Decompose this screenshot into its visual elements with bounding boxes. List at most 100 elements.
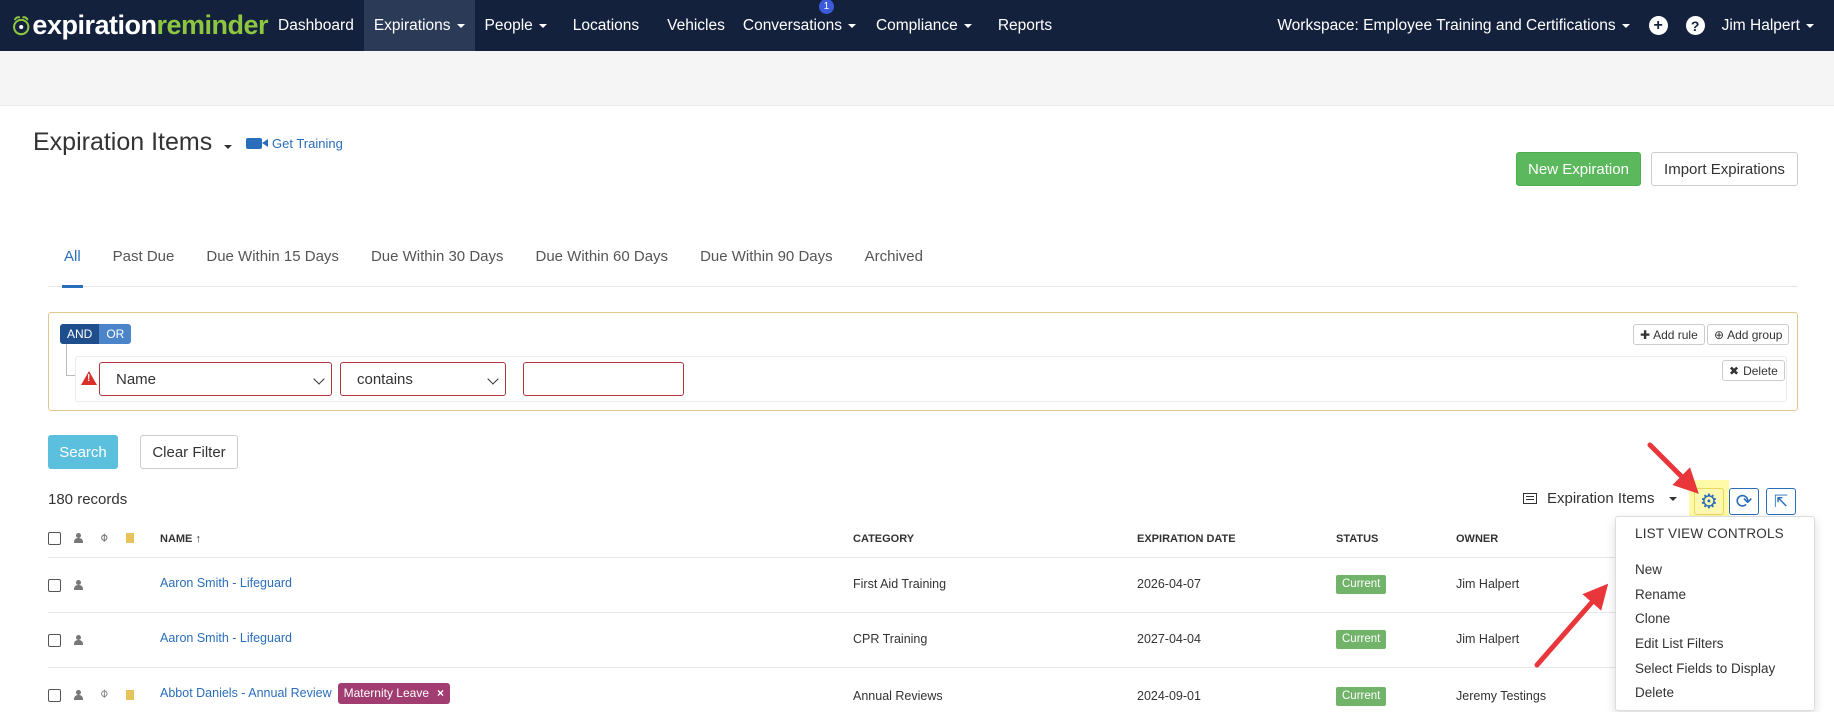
plus-icon[interactable]: + — [1648, 16, 1668, 35]
export-button[interactable]: ⇱ — [1766, 488, 1796, 515]
workspace-label: Workspace: Employee Training and Certifi… — [1277, 16, 1616, 34]
caret-down-icon — [847, 23, 856, 28]
close-icon: ✖ — [1729, 363, 1740, 378]
nav-people[interactable]: People — [475, 0, 557, 51]
brand-name: expirationreminder — [32, 12, 268, 39]
remove-tag-icon[interactable]: × — [437, 686, 444, 700]
row-date: 2026-04-07 — [1137, 577, 1201, 591]
plus-icon: ✚ — [1640, 327, 1651, 342]
tab-archived[interactable]: Archived — [849, 238, 939, 287]
rule-field-select[interactable]: Name — [99, 362, 332, 396]
top-navbar: expirationreminder Dashboard Expirations… — [0, 0, 1834, 51]
delete-rule-button[interactable]: ✖ Delete — [1722, 360, 1785, 381]
warning-icon — [81, 371, 97, 385]
page-title[interactable]: Expiration Items — [33, 128, 233, 157]
col-date-header[interactable]: EXPIRATION DATE — [1137, 533, 1236, 545]
user-name: Jim Halpert — [1721, 16, 1800, 34]
person-icon — [74, 690, 83, 700]
rule-value-input[interactable] — [523, 362, 684, 396]
chevron-down-icon — [487, 373, 499, 385]
nav-vehicles[interactable]: Vehicles — [655, 0, 733, 51]
import-expirations-button[interactable]: Import Expirations — [1651, 152, 1798, 186]
brand-logo[interactable]: expirationreminder — [0, 0, 268, 51]
row-owner: Jim Halpert — [1456, 577, 1520, 591]
list-view-settings-button[interactable]: ⚙ — [1694, 488, 1724, 515]
nav-expirations[interactable]: Expirations — [363, 0, 475, 51]
share-export-icon: ⇱ — [1773, 492, 1789, 511]
tab-due-60[interactable]: Due Within 60 Days — [520, 238, 685, 287]
list-view-selector[interactable]: Expiration Items — [1523, 490, 1677, 507]
and-button[interactable]: AND — [60, 324, 100, 344]
menu-item-edit-filters[interactable]: Edit List Filters — [1635, 636, 1724, 651]
chevron-down-icon — [313, 373, 325, 385]
paperclip-icon: ⌀ — [96, 685, 112, 701]
plus-circle-icon: ⊕ — [1714, 327, 1725, 342]
menu-item-clone[interactable]: Clone — [1635, 611, 1670, 626]
caret-down-icon — [224, 144, 233, 149]
row-category: CPR Training — [853, 632, 928, 646]
col-owner-header[interactable]: OWNER — [1456, 533, 1498, 545]
rule-operator-select[interactable]: contains — [340, 362, 506, 396]
brand-name-part2: reminder — [156, 10, 268, 40]
menu-item-new[interactable]: New — [1635, 562, 1662, 577]
user-menu[interactable]: Jim Halpert — [1714, 0, 1834, 51]
get-training-link[interactable]: Get Training — [246, 136, 343, 151]
nav-conversations[interactable]: Conversations 1 — [733, 0, 866, 51]
nav-vehicles-label: Vehicles — [667, 16, 725, 34]
status-badge: Current — [1336, 630, 1387, 649]
menu-item-rename[interactable]: Rename — [1635, 587, 1686, 602]
col-name-header[interactable]: NAME ↑ — [160, 533, 201, 545]
row-checkbox[interactable] — [48, 634, 61, 647]
workspace-selector[interactable]: Workspace: Employee Training and Certifi… — [1267, 0, 1639, 51]
status-tabs: All Past Due Due Within 15 Days Due With… — [48, 238, 1798, 288]
tab-past-due[interactable]: Past Due — [97, 238, 191, 287]
search-button[interactable]: Search — [48, 435, 118, 469]
row-name-link[interactable]: Aaron Smith - Lifeguard — [160, 576, 292, 590]
or-button[interactable]: OR — [99, 324, 132, 344]
row-name-link[interactable]: Aaron Smith - Lifeguard — [160, 631, 292, 645]
tab-due-90[interactable]: Due Within 90 Days — [684, 238, 849, 287]
tag-label: Maternity Leave — [343, 686, 430, 700]
tab-due-30[interactable]: Due Within 30 Days — [355, 238, 520, 287]
caret-down-icon — [1621, 23, 1630, 28]
select-all-checkbox[interactable] — [48, 532, 61, 545]
row-checkbox[interactable] — [48, 579, 61, 592]
nav-locations[interactable]: Locations — [557, 0, 655, 51]
refresh-button[interactable]: ⟳ — [1729, 488, 1759, 515]
menu-item-delete[interactable]: Delete — [1635, 685, 1674, 700]
clear-filter-button[interactable]: Clear Filter — [140, 435, 238, 469]
col-category-header[interactable]: CATEGORY — [853, 533, 914, 545]
nav-reports-label: Reports — [997, 16, 1053, 34]
help-icon[interactable]: ? — [1685, 16, 1705, 35]
delete-rule-label: Delete — [1743, 363, 1778, 378]
table-row[interactable]: Aaron Smith - Lifeguard First Aid Traini… — [48, 558, 1668, 613]
maternity-leave-tag: Maternity Leave × — [337, 683, 451, 704]
nav-compliance[interactable]: Compliance — [866, 0, 982, 51]
add-group-button[interactable]: ⊕ Add group — [1707, 324, 1790, 345]
record-count: 180 records — [48, 491, 128, 508]
col-status-header[interactable]: STATUS — [1336, 533, 1378, 545]
new-expiration-button[interactable]: New Expiration — [1516, 152, 1641, 186]
nav-reports[interactable]: Reports — [982, 0, 1062, 51]
tab-due-15[interactable]: Due Within 15 Days — [190, 238, 355, 287]
row-category: Annual Reviews — [853, 689, 943, 703]
row-name-link[interactable]: Abbot Daniels - Annual Review — [160, 686, 332, 700]
document-icon — [126, 533, 134, 543]
row-owner: Jeremy Testings — [1456, 689, 1547, 703]
tab-all[interactable]: All — [48, 238, 97, 288]
table-row[interactable]: ⌀ Abbot Daniels - Annual Review Maternity… — [48, 668, 1668, 712]
status-badge: Current — [1336, 575, 1387, 594]
row-checkbox[interactable] — [48, 689, 61, 702]
brand-name-part1: expiration — [32, 10, 157, 40]
list-view-controls-menu: LIST VIEW CONTROLS New Rename Clone Edit… — [1615, 516, 1815, 711]
nav-dashboard[interactable]: Dashboard — [268, 0, 364, 51]
arrow-to-gear-icon — [1647, 442, 1699, 494]
nav-conversations-label: Conversations — [742, 16, 842, 34]
add-rule-button[interactable]: ✚ Add rule — [1633, 324, 1705, 345]
and-or-toggle: AND OR — [60, 324, 132, 344]
table-row[interactable]: Aaron Smith - Lifeguard CPR Training 202… — [48, 613, 1668, 668]
nav-people-label: People — [484, 16, 533, 34]
menu-item-select-fields[interactable]: Select Fields to Display — [1635, 661, 1775, 676]
status-badge: Current — [1336, 687, 1387, 706]
row-name-cell: Abbot Daniels - Annual Review Maternity L… — [160, 683, 451, 704]
